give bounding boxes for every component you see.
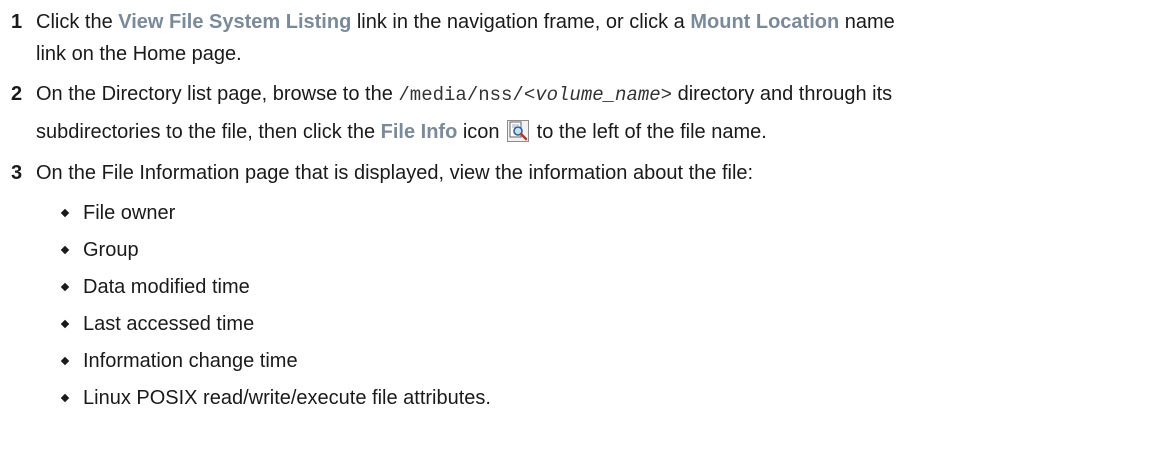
step-text: name (839, 11, 895, 33)
file-info-label: File Info (380, 121, 458, 143)
list-item: Linux POSIX read/write/execute file attr… (60, 380, 1173, 417)
procedure-document: 1 Click the View File System Listing lin… (0, 0, 1173, 459)
volume-path: /media/nss/<volume_name> (398, 84, 673, 106)
list-item: File owner (60, 195, 1173, 232)
file-info-magnifier-icon[interactable] (507, 118, 530, 142)
step-text: to the left of the file name. (531, 121, 767, 143)
step-text: On the File Information page that is dis… (36, 162, 754, 184)
view-file-system-listing-link[interactable]: View File System Listing (118, 11, 351, 33)
step-text: link in the navigation frame, or click a (351, 11, 691, 33)
step-text: subdirectories to the file, then click t… (36, 121, 381, 143)
bullet-diamond-icon (60, 393, 70, 403)
list-item: Data modified time (60, 269, 1173, 306)
mount-location-link[interactable]: Mount Location (690, 11, 839, 33)
step-text: directory and through its (672, 83, 893, 105)
step-1: 1 Click the View File System Listing lin… (0, 6, 1173, 70)
list-item: Information change time (60, 343, 1173, 380)
step-number: 3 (11, 162, 23, 184)
step-text: icon (457, 121, 506, 143)
list-item: Last accessed time (60, 306, 1173, 343)
bullet-diamond-icon (60, 245, 70, 255)
bullet-diamond-icon (60, 356, 70, 366)
step-text: On the Directory list page, browse to th… (36, 83, 399, 105)
bullet-diamond-icon (60, 282, 70, 292)
file-info-list: File owner Group Data modified time Last… (0, 195, 1173, 417)
step-number: 2 (11, 83, 23, 105)
step-text: Click the (36, 11, 119, 33)
bullet-diamond-icon (60, 319, 70, 329)
list-item: Group (60, 232, 1173, 269)
bullet-diamond-icon (60, 208, 70, 218)
step-number: 1 (11, 11, 23, 33)
step-text: link on the Home page. (36, 43, 242, 65)
step-2: 2 On the Directory list page, browse to … (0, 76, 1173, 151)
step-3: 3 On the File Information page that is d… (0, 157, 1173, 189)
